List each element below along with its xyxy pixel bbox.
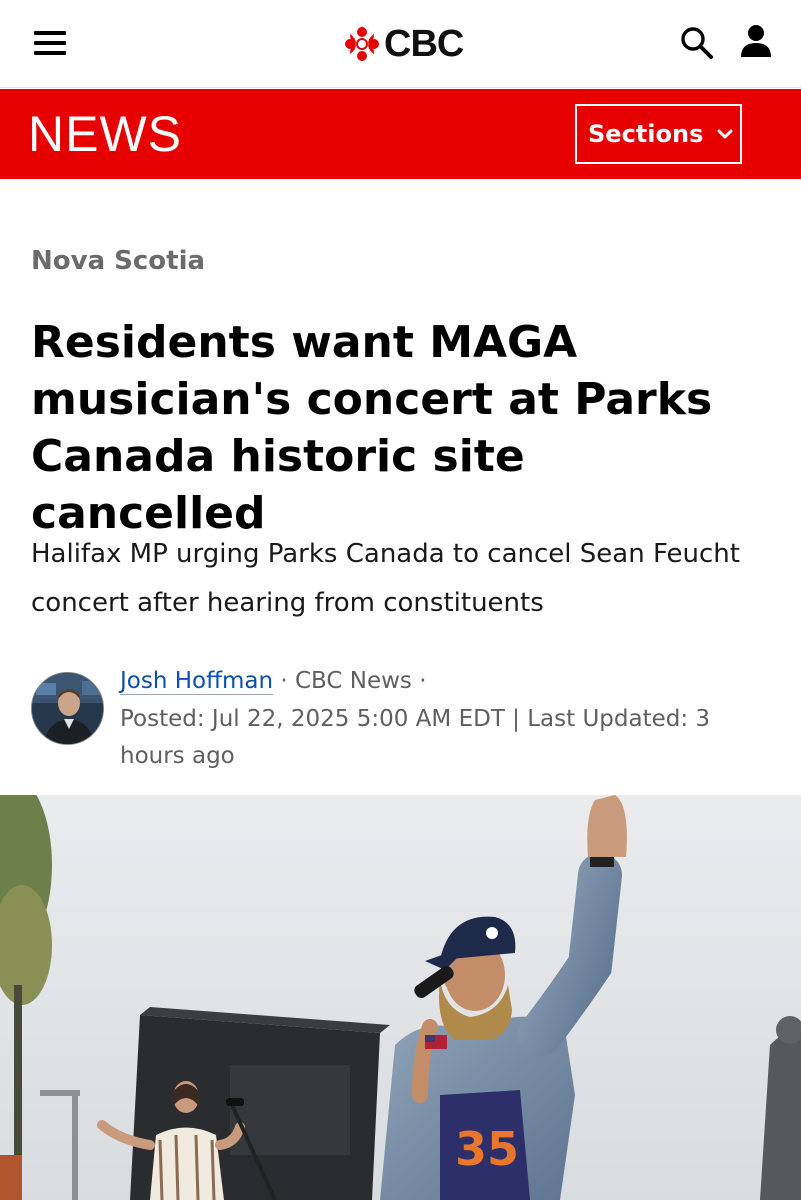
- article-deck: Halifax MP urging Parks Canada to cancel…: [31, 539, 740, 618]
- top-bar: CBC: [0, 0, 801, 88]
- author-photo: [32, 673, 103, 744]
- hero-image[interactable]: 35: [0, 795, 801, 1200]
- hero-photo: 35: [0, 795, 801, 1200]
- news-banner: NEWS Sections: [0, 89, 801, 179]
- hamburger-menu-icon[interactable]: [34, 31, 66, 55]
- sections-button[interactable]: Sections: [575, 104, 742, 164]
- sections-label: Sections: [588, 120, 704, 148]
- headline: Residents want MAGA musician's concert a…: [31, 317, 713, 539]
- source-label: · CBC News ·: [280, 668, 427, 694]
- cbc-logo[interactable]: CBC: [344, 22, 464, 66]
- svg-text:35: 35: [455, 1122, 519, 1176]
- byline-text: Josh Hoffman · CBC News · Posted: Jul 22…: [120, 663, 760, 776]
- account-icon[interactable]: [740, 24, 772, 58]
- author-link[interactable]: Josh Hoffman: [120, 668, 274, 695]
- news-section-title[interactable]: NEWS: [28, 107, 182, 161]
- search-icon[interactable]: [680, 26, 714, 60]
- author-avatar[interactable]: [31, 672, 104, 745]
- category-link[interactable]: Nova Scotia: [31, 246, 205, 276]
- chevron-down-icon: [717, 129, 733, 139]
- logo-text: CBC: [384, 23, 464, 65]
- byline: Josh Hoffman · CBC News · Posted: Jul 22…: [31, 668, 771, 770]
- cbc-gem-icon: [345, 26, 379, 61]
- posted-timestamp: Posted: Jul 22, 2025 5:00 AM EDT | Last …: [120, 705, 711, 770]
